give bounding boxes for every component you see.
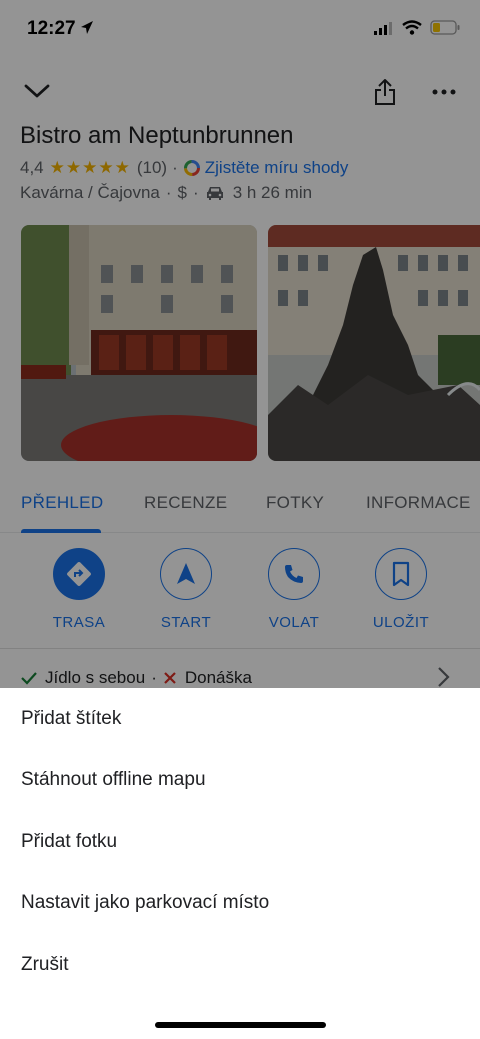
set-parking-option[interactable]: Nastavit jako parkovací místo bbox=[21, 892, 269, 914]
add-photo-option[interactable]: Přidat fotku bbox=[21, 831, 117, 853]
home-indicator[interactable] bbox=[155, 1022, 326, 1028]
modal-scrim[interactable] bbox=[0, 0, 480, 688]
cancel-option[interactable]: Zrušit bbox=[21, 954, 69, 976]
add-label-option[interactable]: Přidat štítek bbox=[21, 708, 121, 730]
download-offline-map-option[interactable]: Stáhnout offline mapu bbox=[21, 769, 206, 791]
action-sheet: Přidat štítek Stáhnout offline mapu Přid… bbox=[0, 688, 480, 1039]
